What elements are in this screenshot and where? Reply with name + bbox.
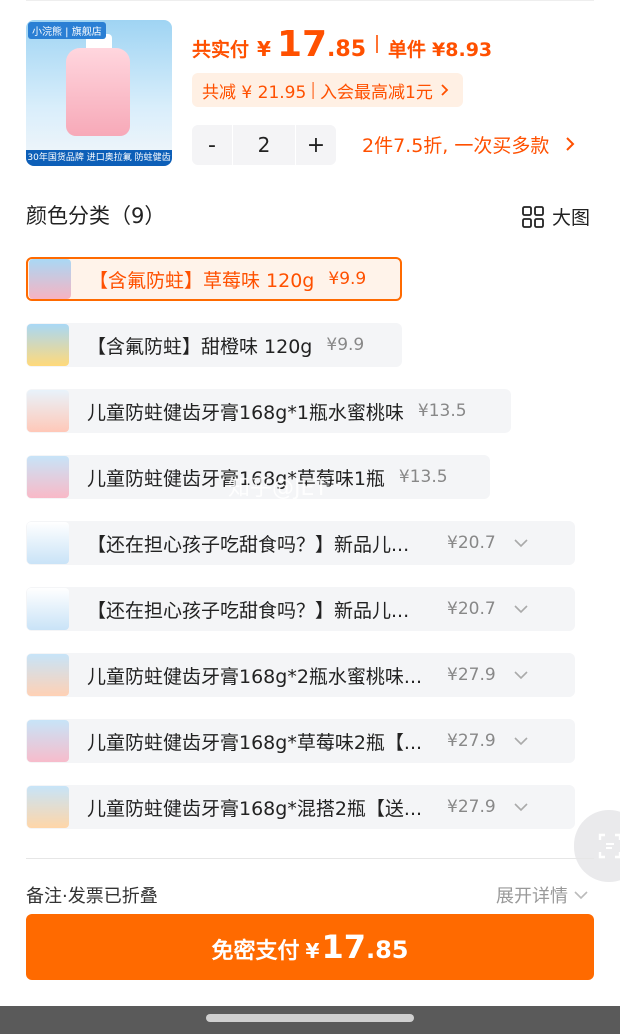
total-label: 共实付	[192, 39, 250, 61]
discount-pill[interactable]: 共减 ¥ 21.95 | 入会最高减1元	[192, 73, 463, 107]
quantity-plus-button[interactable]: +	[296, 133, 336, 158]
large-view-toggle[interactable]: 大图	[522, 203, 590, 230]
variant-name: 儿童防蛀健齿牙膏168g*1瓶水蜜桃味	[87, 401, 404, 424]
variant-price: ¥20.7	[447, 533, 496, 553]
chevron-down-icon	[514, 605, 528, 614]
variant-name: 儿童防蛀健齿牙膏168g*草莓味2瓶【...	[87, 731, 423, 754]
variant-price: ¥20.7	[447, 599, 496, 619]
pay-currency: ¥	[305, 939, 320, 963]
product-image[interactable]: 小浣熊 | 旗舰店 30年国货品牌 进口奥拉氟 防蛀健齿	[26, 20, 172, 166]
pay-amount-dec: .85	[365, 936, 409, 964]
variant-thumbnail	[27, 588, 69, 630]
top-divider	[26, 0, 594, 1]
multi-buy-promo-text: 2件7.5折, 一次买多款	[362, 135, 550, 157]
floating-scan-button[interactable]	[574, 810, 620, 882]
unit-price: ¥8.93	[432, 39, 493, 61]
chevron-down-icon	[514, 803, 528, 812]
variant-option[interactable]: 【还在担心孩子吃甜食吗？】新品儿... ¥20.7	[26, 521, 575, 565]
chevron-down-icon	[574, 891, 588, 900]
chevron-down-icon	[514, 737, 528, 746]
brand-badge: 小浣熊 | 旗舰店	[28, 22, 106, 39]
home-gesture-handle[interactable]	[206, 1014, 414, 1022]
variant-name: 儿童防蛀健齿牙膏168g*混搭2瓶【送...	[87, 797, 423, 820]
variant-option[interactable]: 儿童防蛀健齿牙膏168g*1瓶水蜜桃味 ¥13.5	[26, 389, 511, 433]
variant-option[interactable]: 儿童防蛀健齿牙膏168g*2瓶水蜜桃味... ¥27.9	[26, 653, 575, 697]
grid-view-icon	[522, 205, 544, 228]
discount-text: 共减 ¥ 21.95	[202, 82, 307, 103]
variant-thumbnail	[27, 324, 69, 366]
total-price-line: 共实付 ¥ 17 .85 单件 ¥8.93	[192, 24, 493, 65]
watermark: 知乎@JET	[228, 476, 328, 501]
variant-thumbnail	[29, 259, 71, 299]
image-strip: 30年国货品牌 进口奥拉氟 防蛀健齿	[26, 150, 172, 166]
variant-option[interactable]: 儿童防蛀健齿牙膏168g*草莓味2瓶【... ¥27.9	[26, 719, 575, 763]
total-price-int: 17	[276, 24, 328, 65]
chevron-down-icon	[514, 671, 528, 680]
unit-label: 单件	[388, 39, 427, 61]
pay-button-label: 免密支付	[211, 939, 300, 964]
variant-price: ¥13.5	[417, 401, 467, 421]
chevron-down-icon	[514, 539, 528, 548]
variant-price: ¥9.9	[328, 269, 367, 289]
variant-name: 【含氟防蛀】甜橙味 120g	[87, 335, 313, 358]
expand-details-label: 展开详情	[496, 886, 568, 907]
chevron-right-icon	[566, 137, 575, 151]
variant-price: ¥27.9	[447, 731, 496, 751]
remark-invoice-collapsed[interactable]: 备注·发票已折叠	[26, 882, 158, 908]
variant-thumbnail	[27, 390, 69, 432]
variant-thumbnail	[27, 720, 69, 762]
variant-price: ¥27.9	[447, 665, 496, 685]
variant-option[interactable]: 【含氟防蛀】草莓味 120g ¥9.9	[26, 257, 402, 301]
variant-option[interactable]: 【含氟防蛀】甜橙味 120g ¥9.9	[26, 323, 402, 367]
variant-name: 儿童防蛀健齿牙膏168g*2瓶水蜜桃味...	[87, 665, 423, 688]
variant-option[interactable]: 【还在担心孩子吃甜食吗？】新品儿... ¥20.7	[26, 587, 575, 631]
color-category-title: 颜色分类（9）	[26, 204, 166, 228]
variant-thumbnail	[27, 522, 69, 564]
large-view-label: 大图	[551, 207, 590, 229]
bottle-graphic	[66, 48, 130, 136]
quantity-minus-button[interactable]: -	[192, 133, 232, 158]
variant-name: 【还在担心孩子吃甜食吗？】新品儿...	[87, 599, 410, 622]
member-discount-text: 入会最高减1元	[320, 82, 433, 103]
pay-button[interactable]: 免密支付 ¥ 17 .85	[26, 914, 594, 980]
quantity-value[interactable]: 2	[232, 125, 296, 165]
chevron-right-icon	[441, 84, 449, 96]
variant-thumbnail	[27, 786, 69, 828]
total-price-dec: .85	[327, 37, 367, 62]
price-separator	[376, 35, 379, 53]
variant-option[interactable]: 儿童防蛀健齿牙膏168g*混搭2瓶【送... ¥27.9	[26, 785, 575, 829]
variant-name: 【还在担心孩子吃甜食吗？】新品儿...	[87, 533, 410, 556]
variant-thumbnail	[27, 654, 69, 696]
total-currency: ¥	[257, 37, 271, 61]
scan-icon	[598, 833, 620, 859]
quantity-stepper: - 2 +	[192, 125, 336, 165]
variant-price: ¥13.5	[398, 467, 448, 487]
variant-thumbnail	[27, 456, 69, 498]
variant-price: ¥27.9	[447, 797, 496, 817]
expand-details-link[interactable]: 展开详情	[496, 882, 588, 908]
footer-divider	[26, 858, 594, 859]
pill-separator: |	[310, 80, 317, 100]
variant-price: ¥9.9	[326, 335, 365, 355]
variant-name: 【含氟防蛀】草莓味 120g	[89, 269, 315, 292]
pay-amount-int: 17	[321, 928, 366, 966]
multi-buy-promo-link[interactable]: 2件7.5折, 一次买多款	[362, 131, 577, 158]
